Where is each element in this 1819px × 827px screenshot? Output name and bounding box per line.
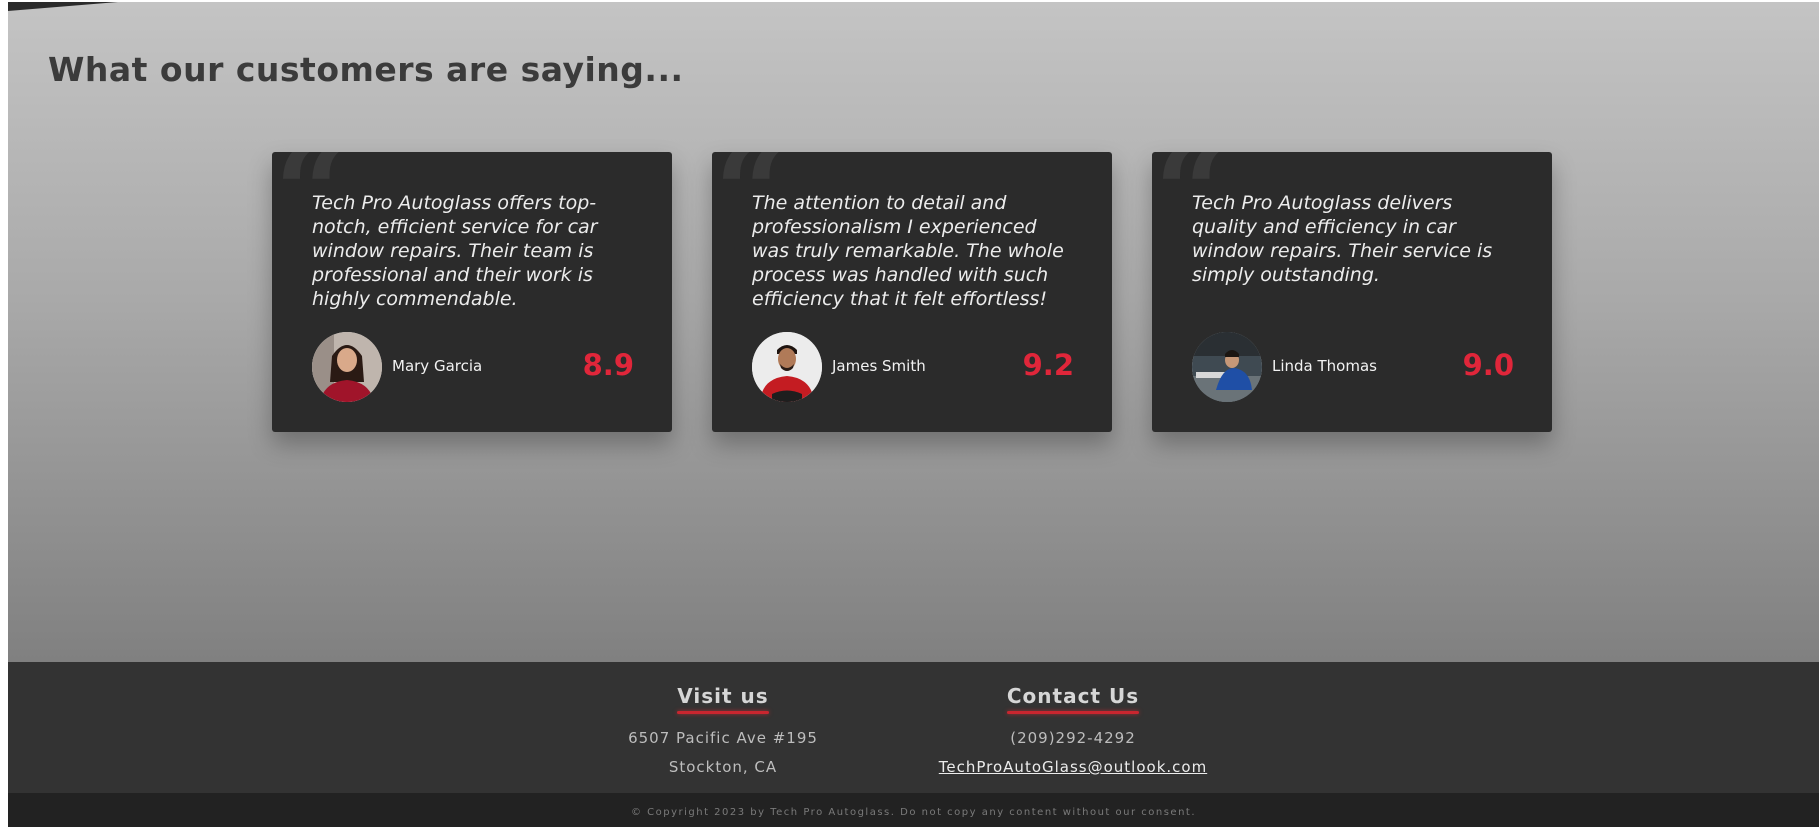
visit-us-section: Visit us 6507 Pacific Ave #195 Stockton,…: [608, 684, 838, 780]
author-name: James Smith: [832, 357, 926, 375]
testimonials-section: What our customers are saying... “ Tech …: [8, 2, 1819, 662]
copyright-text: © Copyright 2023 by Tech Pro Autoglass. …: [630, 807, 1197, 818]
testimonial-quote: Tech Pro Autoglass offers top-notch, eff…: [312, 192, 598, 310]
avatar: [752, 332, 822, 402]
testimonial-card: “ Tech Pro Autoglass offers top-notch, e…: [272, 152, 672, 432]
testimonial-card: “ Tech Pro Autoglass delivers quality an…: [1152, 152, 1552, 432]
page: What our customers are saying... “ Tech …: [8, 2, 1819, 827]
email-link[interactable]: TechProAutoGlass@outlook.com: [923, 755, 1223, 780]
testimonial-author: James Smith 9.2: [752, 332, 1074, 402]
avatar: [1192, 332, 1262, 402]
avatar: [312, 332, 382, 402]
author-name: Mary Garcia: [392, 357, 483, 375]
contact-us-section: Contact Us (209)292-4292 TechProAutoGlas…: [923, 684, 1223, 780]
address-line-1: 6507 Pacific Ave #195: [628, 729, 818, 747]
visit-us-heading: Visit us: [677, 684, 770, 714]
testimonial-author: Linda Thomas 9.0: [1192, 332, 1514, 402]
address-line-2: Stockton, CA: [668, 758, 778, 776]
testimonial-author: Mary Garcia 8.9: [312, 332, 634, 402]
copyright-bar: © Copyright 2023 by Tech Pro Autoglass. …: [8, 793, 1819, 827]
author-name: Linda Thomas: [1272, 357, 1377, 375]
footer: Visit us 6507 Pacific Ave #195 Stockton,…: [8, 662, 1819, 793]
rating-score: 8.9: [582, 348, 634, 382]
testimonial-quote: The attention to detail and professional…: [752, 192, 1064, 310]
section-title: What our customers are saying...: [48, 50, 684, 89]
testimonial-card: “ The attention to detail and profession…: [712, 152, 1112, 432]
corner-decoration: [8, 2, 118, 11]
phone-number: (209)292-4292: [1010, 729, 1136, 747]
contact-us-heading: Contact Us: [1006, 684, 1140, 714]
rating-score: 9.0: [1462, 348, 1514, 382]
rating-score: 9.2: [1022, 348, 1074, 382]
testimonial-quote: Tech Pro Autoglass delivers quality and …: [1192, 192, 1493, 286]
